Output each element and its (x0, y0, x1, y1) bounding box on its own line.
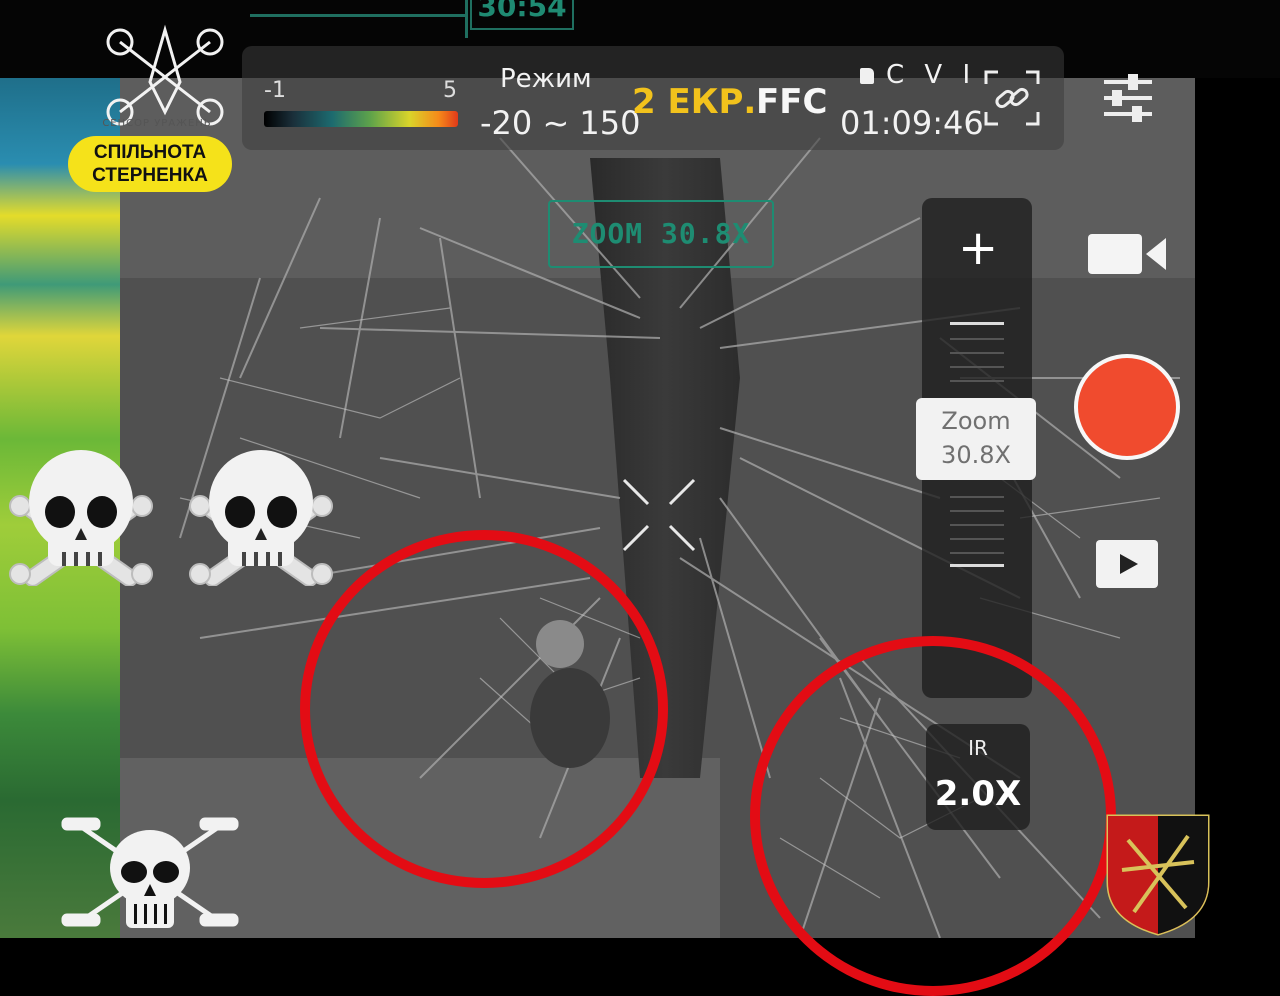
video-camera-icon[interactable] (1086, 224, 1170, 284)
target-circle-right (750, 636, 1116, 996)
zoom-tick (950, 366, 1004, 368)
zoom-tick (950, 322, 1004, 325)
playback-progress-tick (465, 0, 468, 38)
record-button[interactable] (1078, 358, 1176, 456)
zoom-tick (950, 510, 1004, 512)
thermal-scale-max: 5 (443, 78, 457, 103)
zoom-tick (950, 552, 1004, 554)
logo-caption: СЕНСОР УРАЖЕНЬ (102, 118, 212, 129)
thermal-palette-bar[interactable] (264, 111, 458, 127)
screen-mode-button[interactable]: 2 ЕКР. (632, 82, 756, 122)
community-badge: СПІЛЬНОТА СТЕРНЕНКА (68, 136, 232, 192)
zoom-slider-thumb[interactable]: Zoom 30.8X (916, 398, 1036, 480)
playback-progress (250, 14, 465, 17)
playback-time: 30:54 (470, 0, 574, 30)
zoom-thumb-value: 30.8X (941, 441, 1011, 469)
drone-unit-logo (106, 24, 224, 126)
play-icon[interactable] (1096, 540, 1158, 588)
skull-crossbones-icon (189, 450, 333, 586)
ffc-button[interactable]: FFC (756, 82, 827, 122)
skull-crossbones-icon (9, 450, 153, 586)
zoom-thumb-label: Zoom (941, 407, 1011, 435)
zoom-in-button[interactable]: + (958, 224, 998, 272)
settings-sliders-icon[interactable] (1100, 70, 1156, 126)
zoom-tick (950, 380, 1004, 382)
zoom-tick (950, 538, 1004, 540)
community-line2: СТЕРНЕНКА (92, 165, 208, 186)
zoom-tick (950, 496, 1004, 498)
mode-range[interactable]: -20 ~ 150 (480, 104, 641, 142)
storage-label: C V I (886, 60, 977, 90)
mode-label: Режим (500, 64, 592, 94)
zoom-tick (950, 524, 1004, 526)
drone-skull-logo (61, 817, 239, 928)
zoom-tick (950, 352, 1004, 354)
community-line1: СПІЛЬНОТА (93, 142, 207, 163)
unit-shield-logo (1106, 814, 1210, 936)
zoom-tick (950, 338, 1004, 340)
link-icon[interactable] (984, 70, 1040, 126)
record-time: 01:09:46 (840, 104, 984, 142)
crosshair-icon (622, 478, 696, 552)
zoom-tick (950, 564, 1004, 567)
target-circle-left (300, 530, 668, 888)
zoom-level-badge: ZOOM 30.8X (548, 200, 774, 268)
sd-card-icon (860, 68, 874, 84)
thermal-scale-min: -1 (264, 78, 286, 103)
